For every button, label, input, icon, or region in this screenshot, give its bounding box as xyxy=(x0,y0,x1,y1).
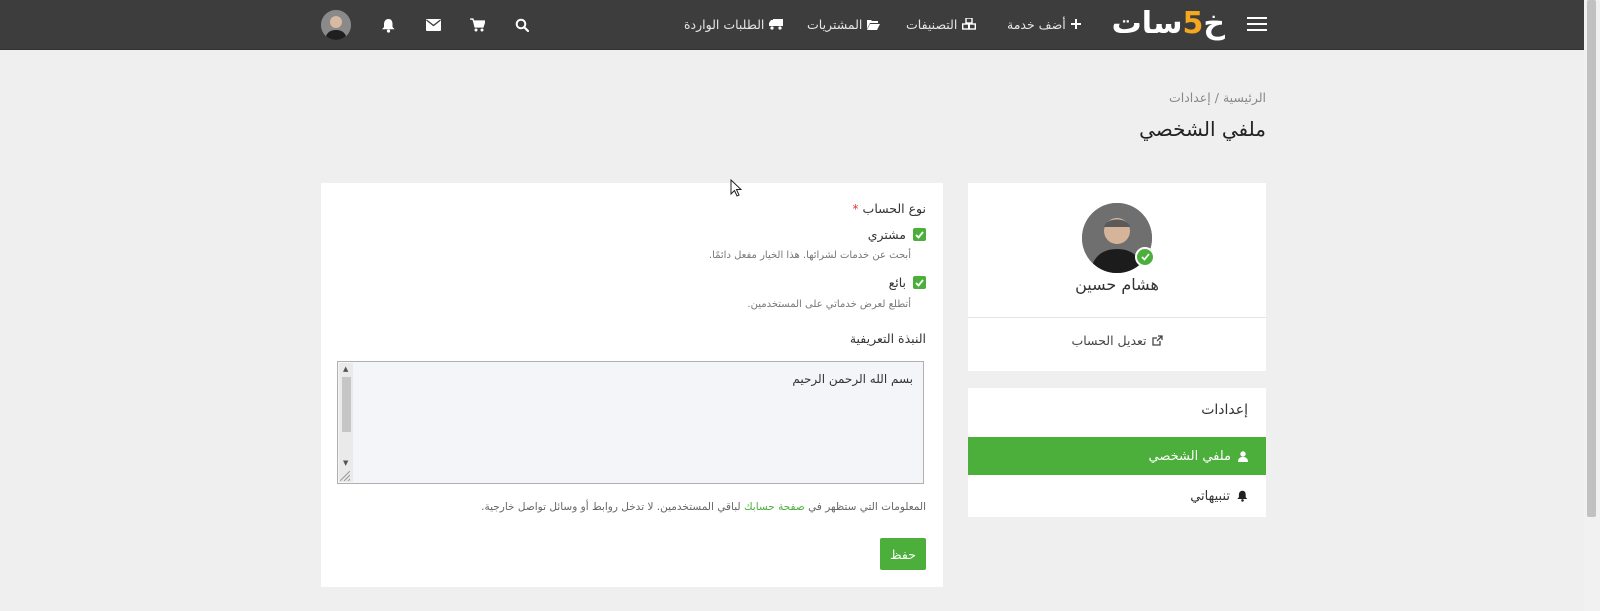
settings-item-notifications[interactable]: تنبيهاتي xyxy=(968,477,1266,515)
settings-item-profile[interactable]: ملفي الشخصي xyxy=(968,437,1266,475)
menu-icon[interactable] xyxy=(1247,17,1267,31)
scroll-down-arrow-icon[interactable]: ▼ xyxy=(343,459,348,467)
user-avatar[interactable] xyxy=(321,10,351,40)
bio-scrollbar[interactable]: ▲ ▼ xyxy=(339,363,353,482)
user-icon xyxy=(1238,450,1248,462)
breadcrumb-home[interactable]: الرئيسية xyxy=(1223,90,1266,105)
profile-form: نوع الحساب * مشتري أبحث عن خدمات لشرائها… xyxy=(321,183,943,587)
bell-icon[interactable] xyxy=(379,16,397,34)
folder-open-icon xyxy=(867,19,881,30)
external-link-icon xyxy=(1151,335,1163,346)
breadcrumb-separator: / xyxy=(1214,90,1219,105)
account-type-label: نوع الحساب * xyxy=(852,201,926,216)
top-navbar: خ5سات أضف خدمة التصنيفات المشتريات الطلب… xyxy=(0,0,1584,50)
save-button[interactable]: حفظ xyxy=(880,538,926,570)
search-icon[interactable] xyxy=(513,16,531,34)
verified-check-icon xyxy=(1135,247,1155,267)
check-icon xyxy=(915,278,924,287)
account-page-link[interactable]: صفحة حسابك xyxy=(744,501,805,513)
profile-card: هشام حسين تعديل الحساب xyxy=(968,183,1266,371)
breadcrumb: الرئيسية / إعدادات xyxy=(1169,90,1266,105)
settings-title: إعدادات xyxy=(1201,402,1248,418)
envelope-icon[interactable] xyxy=(424,16,442,34)
page-title: ملفي الشخصي xyxy=(1139,117,1266,141)
seller-checkbox-row[interactable]: بائع xyxy=(889,275,926,290)
required-mark: * xyxy=(852,201,859,216)
scrollbar-thumb[interactable] xyxy=(1587,0,1596,517)
breadcrumb-current: إعدادات xyxy=(1168,90,1211,105)
nav-add-service[interactable]: أضف خدمة xyxy=(1007,14,1081,34)
bell-icon xyxy=(1237,490,1248,502)
plus-icon xyxy=(1070,19,1081,29)
bio-scrollbar-thumb[interactable] xyxy=(342,377,351,432)
seller-help: أتطلع لعرض خدماتي على المستخدمين. xyxy=(747,299,911,310)
truck-icon xyxy=(769,18,784,30)
resize-grip-icon[interactable] xyxy=(340,471,350,481)
seller-label: بائع xyxy=(888,275,906,290)
buyer-checkbox-row[interactable]: مشتري xyxy=(868,227,926,242)
scroll-up-arrow-icon[interactable]: ▲ xyxy=(343,365,348,373)
buyer-help: أبحث عن خدمات لشرائها. هذا الخيار مفعل د… xyxy=(708,250,911,261)
mouse-cursor-icon xyxy=(730,179,742,197)
bio-note: المعلومات التي ستظهر في صفحة حسابك لباقي… xyxy=(481,501,926,513)
settings-menu: إعدادات ملفي الشخصي تنبيهاتي xyxy=(968,388,1266,517)
nav-categories[interactable]: التصنيفات xyxy=(906,14,977,34)
site-logo[interactable]: خ5سات xyxy=(1100,4,1225,44)
profile-name: هشام حسين xyxy=(1075,275,1159,294)
check-icon xyxy=(915,230,924,239)
nav-incoming-orders[interactable]: الطلبات الواردة xyxy=(684,14,784,34)
buyer-checkbox[interactable] xyxy=(913,228,926,241)
bio-text[interactable]: بسم الله الرحمن الرحيم xyxy=(792,372,913,386)
profile-divider xyxy=(968,317,1266,318)
cubes-icon xyxy=(962,18,977,30)
seller-checkbox[interactable] xyxy=(913,276,926,289)
edit-account-link[interactable]: تعديل الحساب xyxy=(968,333,1266,348)
nav-purchases[interactable]: المشتريات xyxy=(807,14,881,34)
cart-icon[interactable] xyxy=(468,16,486,34)
page-scrollbar[interactable] xyxy=(1584,0,1600,611)
bio-label: النبذة التعريفية xyxy=(849,331,926,346)
bio-textarea[interactable]: بسم الله الرحمن الرحيم ▲ ▼ xyxy=(337,361,924,484)
buyer-label: مشتري xyxy=(867,227,906,242)
